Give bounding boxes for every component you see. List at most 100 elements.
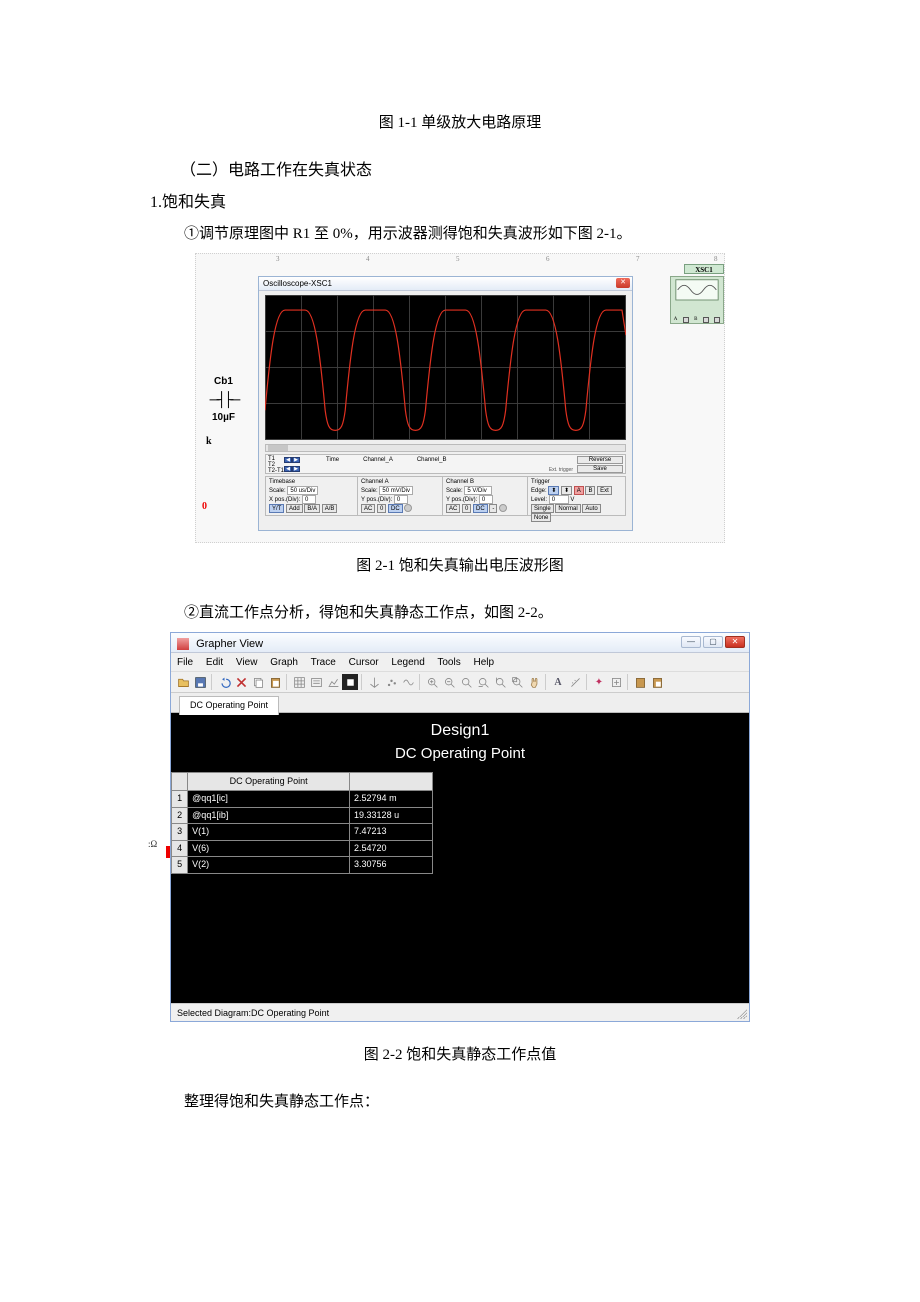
menu-graph[interactable]: Graph xyxy=(270,657,298,668)
port-icon[interactable] xyxy=(714,317,720,323)
chan-a-scale-input[interactable]: 50 mV/Div xyxy=(379,486,413,495)
clipboard2-icon[interactable] xyxy=(649,674,665,690)
dc-button[interactable]: DC xyxy=(388,504,403,513)
menu-trace[interactable]: Trace xyxy=(311,657,336,668)
menubar[interactable]: File Edit View Graph Trace Cursor Legend… xyxy=(171,653,749,671)
oscilloscope-screen xyxy=(265,295,626,440)
ab-button[interactable]: A/B xyxy=(322,504,338,513)
chart-title: Design1 xyxy=(171,713,749,743)
normal-button[interactable]: Normal xyxy=(555,504,580,513)
blackbg-icon[interactable] xyxy=(342,674,358,690)
delete-icon[interactable] xyxy=(233,674,249,690)
table-row[interactable]: 1@qq1[ic]2.52794 m xyxy=(172,791,433,808)
add-button[interactable]: Add xyxy=(286,504,303,513)
hand-icon[interactable] xyxy=(526,674,542,690)
maximize-icon[interactable]: ▢ xyxy=(703,636,723,648)
dc-button[interactable]: DC xyxy=(473,504,488,513)
single-button[interactable]: Single xyxy=(531,504,554,513)
ypos-label: Y pos.(Div): xyxy=(446,497,477,503)
timebase-xpos-input[interactable]: 0 xyxy=(302,495,316,504)
table-row[interactable]: 5V(2)3.30756 xyxy=(172,857,433,874)
ac-button[interactable]: AC xyxy=(361,504,375,513)
port-b-label: B xyxy=(694,316,697,324)
copy-icon[interactable] xyxy=(250,674,266,690)
scrollbar[interactable] xyxy=(265,444,626,452)
arrow-right-icon[interactable]: ▶ xyxy=(292,457,300,463)
yt-button[interactable]: Y/T xyxy=(269,504,284,513)
marker-icon[interactable] xyxy=(383,674,399,690)
xpos-label: X pos.(Div): xyxy=(269,497,300,503)
zoom-y-icon[interactable] xyxy=(492,674,508,690)
xsc-icon[interactable]: A B xyxy=(670,276,724,324)
open-icon[interactable] xyxy=(175,674,191,690)
undo-icon[interactable] xyxy=(216,674,232,690)
menu-tools[interactable]: Tools xyxy=(437,657,460,668)
oscilloscope-titlebar[interactable]: Oscilloscope-XSC1 ✕ xyxy=(259,277,632,291)
edge-ext-button[interactable]: Ext xyxy=(597,486,612,495)
table-row[interactable]: 4V(6)2.54720 xyxy=(172,840,433,857)
menu-edit[interactable]: Edit xyxy=(206,657,223,668)
zoom-icon[interactable] xyxy=(458,674,474,690)
export-icon[interactable] xyxy=(608,674,624,690)
menu-cursor[interactable]: Cursor xyxy=(349,657,379,668)
grapher-titlebar[interactable]: Grapher View — ▢ ✕ xyxy=(171,633,749,653)
text-a-icon[interactable]: A xyxy=(550,674,566,690)
port-icon[interactable] xyxy=(683,317,689,323)
minimize-icon[interactable]: — xyxy=(681,636,701,648)
close-icon[interactable]: ✕ xyxy=(616,278,630,288)
menu-legend[interactable]: Legend xyxy=(391,657,424,668)
invert-button[interactable]: - xyxy=(489,504,497,513)
arrow-left-icon[interactable]: ◀ xyxy=(284,457,292,463)
capacitor-label: Cb1 ─┤├─ 10µF xyxy=(196,374,251,425)
ba-button[interactable]: B/A xyxy=(304,504,320,513)
edge-fall-icon[interactable]: ⬍ xyxy=(561,486,572,495)
cursor-icon[interactable] xyxy=(366,674,382,690)
port-icon[interactable] xyxy=(703,317,709,323)
legend-icon[interactable] xyxy=(308,674,324,690)
edge-a-button[interactable]: A xyxy=(574,486,584,495)
menu-file[interactable]: File xyxy=(177,657,193,668)
table-row[interactable]: 3V(1)7.47213 xyxy=(172,824,433,841)
scale-label: Scale: xyxy=(269,488,286,494)
reverse-button[interactable]: Reverse xyxy=(577,456,623,464)
arrow-left-icon[interactable]: ◀ xyxy=(284,466,292,472)
sparkle-icon[interactable]: ✦ xyxy=(591,674,607,690)
table-row[interactable]: 2@qq1[ib]19.33128 u xyxy=(172,807,433,824)
timebase-scale-input[interactable]: 50 us/Div xyxy=(287,486,318,495)
resize-grip-icon[interactable] xyxy=(737,1009,747,1019)
edge-b-button[interactable]: B xyxy=(585,486,595,495)
tab-dc-op[interactable]: DC Operating Point xyxy=(179,696,279,715)
edge-rise-icon[interactable]: ⬍ xyxy=(548,486,559,495)
measure-icon[interactable] xyxy=(567,674,583,690)
none-button[interactable]: None xyxy=(531,513,551,522)
oscilloscope-window: Oscilloscope-XSC1 ✕ T1 T2 T2-T1 ◀▶ ◀▶ Ti… xyxy=(258,276,633,531)
chan-a-title: Channel A xyxy=(361,478,439,486)
auto-button[interactable]: Auto xyxy=(582,504,600,513)
zero-button[interactable]: 0 xyxy=(462,504,471,513)
ypos-label: Y pos.(Div): xyxy=(361,497,392,503)
paste-icon[interactable] xyxy=(267,674,283,690)
save-button[interactable]: Save xyxy=(577,465,623,473)
clipboard-icon[interactable] xyxy=(632,674,648,690)
chan-a-ypos-input[interactable]: 0 xyxy=(394,495,408,504)
chan-b-scale-input[interactable]: 5 V/Div xyxy=(464,486,492,495)
chart-icon[interactable] xyxy=(325,674,341,690)
menu-view[interactable]: View xyxy=(236,657,258,668)
zoom-in-icon[interactable] xyxy=(424,674,440,690)
zero-button[interactable]: 0 xyxy=(377,504,386,513)
zoom-x-icon[interactable] xyxy=(475,674,491,690)
grid-icon[interactable] xyxy=(291,674,307,690)
t2t1-label: T2-T1 xyxy=(268,468,284,474)
menu-help[interactable]: Help xyxy=(474,657,495,668)
readout-headers: Time Channel_A Channel_B xyxy=(326,456,447,465)
zoom-out-icon[interactable] xyxy=(441,674,457,690)
close-icon[interactable]: ✕ xyxy=(725,636,745,648)
ac-button[interactable]: AC xyxy=(446,504,460,513)
probe-dot-icon xyxy=(404,504,412,512)
save-icon[interactable] xyxy=(192,674,208,690)
arrow-right-icon[interactable]: ▶ xyxy=(292,466,300,472)
zoom-fit-icon[interactable] xyxy=(509,674,525,690)
chan-b-ypos-input[interactable]: 0 xyxy=(479,495,493,504)
trigger-level-input[interactable]: 0 xyxy=(549,495,569,504)
waveform-icon[interactable] xyxy=(400,674,416,690)
